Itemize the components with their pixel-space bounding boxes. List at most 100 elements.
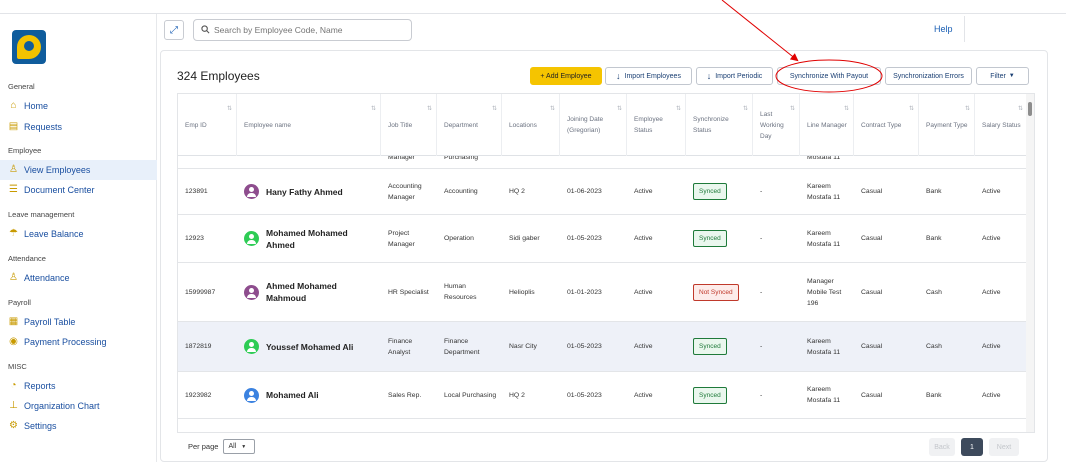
- pagination-back-label: Back: [934, 443, 950, 451]
- table-cell-job: Project Manager: [381, 215, 437, 262]
- table-cell-manager: Kareem Mostafa 11: [800, 322, 854, 371]
- employee-name-cell[interactable]: Mohamed Ali: [237, 372, 381, 418]
- sort-icon[interactable]: ⇅: [909, 104, 914, 115]
- table-cell-contract: Casual: [854, 215, 919, 262]
- sidebar-item-home[interactable]: ⌂ Home: [0, 96, 157, 116]
- avatar: [244, 231, 259, 246]
- cell-text: 1872819: [185, 343, 212, 350]
- synchronize-with-payout-button[interactable]: Synchronize With Payout: [777, 67, 881, 85]
- column-header-label: Salary Status: [982, 121, 1021, 129]
- column-header[interactable]: Line Manager ⇅: [800, 94, 854, 156]
- cell-text: Casual: [861, 188, 883, 195]
- pagination-page-1[interactable]: 1: [961, 438, 983, 456]
- table-cell: Purchasing: [444, 156, 479, 161]
- sidebar-item-view-employees[interactable]: ♙ View Employees: [0, 160, 157, 180]
- table-cell: Mostafa 11: [807, 156, 841, 161]
- column-header[interactable]: Job Title ⇅: [381, 94, 437, 156]
- table-row[interactable]: 15999987 Ahmed Mohamed Mahmoud HR Speciali…: [178, 263, 1028, 322]
- employee-count: 324 Employees: [177, 69, 260, 83]
- sort-icon[interactable]: ⇅: [790, 104, 795, 115]
- employees-table: Emp ID ⇅ Employee name ⇅ Job Title ⇅ Departmen…: [177, 93, 1035, 433]
- sidebar-item-leave-balance[interactable]: ☂ Leave Balance: [0, 224, 157, 244]
- sidebar-item-label: Requests: [24, 122, 63, 132]
- table-cell-status: Active: [627, 263, 686, 321]
- sort-icon[interactable]: ⇅: [617, 104, 622, 115]
- sort-icon[interactable]: ⇅: [743, 104, 748, 115]
- sidebar-item-payroll-table[interactable]: ▦ Payroll Table: [0, 312, 157, 332]
- sort-icon[interactable]: ⇅: [227, 104, 232, 115]
- sort-icon[interactable]: ⇅: [492, 104, 497, 115]
- employees-panel: 324 Employees + Add Employee ↓ Import Em…: [160, 50, 1048, 462]
- column-header[interactable]: Employee Status ⇅: [627, 94, 686, 156]
- import-employees-button[interactable]: ↓ Import Employees: [605, 67, 692, 85]
- column-header[interactable]: Joining Date (Gregorian) ⇅: [560, 94, 627, 156]
- column-header-label: Synchronize Status: [693, 116, 729, 134]
- cell-text: -: [760, 188, 763, 195]
- sort-icon[interactable]: ⇅: [1018, 104, 1023, 115]
- sidebar-item-reports[interactable]: ◔ Reports: [0, 376, 157, 396]
- employee-name-cell[interactable]: Hany Fathy Ahmed: [237, 169, 381, 214]
- table-row[interactable]: 12923 Mohamed Mohamed Ahmed Project Manage…: [178, 215, 1028, 263]
- pagination-back-button[interactable]: Back: [929, 438, 955, 456]
- sidebar-item-requests[interactable]: ▤ Requests: [0, 117, 157, 137]
- column-header[interactable]: Department ⇅: [437, 94, 502, 156]
- column-header[interactable]: Contract Type ⇅: [854, 94, 919, 156]
- table-scrollbar[interactable]: [1026, 94, 1034, 432]
- expand-sidebar-button[interactable]: ⤢: [164, 20, 184, 40]
- header-divider: [964, 16, 965, 42]
- column-header[interactable]: Emp ID ⇅: [178, 94, 237, 156]
- pagination-next-button[interactable]: Next: [989, 438, 1019, 456]
- cell-text: Active: [982, 391, 1001, 399]
- help-link[interactable]: Help: [934, 24, 953, 34]
- sidebar-item-label: Organization Chart: [24, 401, 100, 411]
- column-header[interactable]: Payment Type ⇅: [919, 94, 975, 156]
- pie-chart-icon: ◔: [10, 380, 17, 391]
- column-header[interactable]: Locations ⇅: [502, 94, 560, 156]
- sync-status-badge: Synced: [693, 183, 727, 200]
- table-cell-last-day: -: [753, 372, 800, 418]
- sort-icon[interactable]: ⇅: [371, 104, 376, 115]
- sidebar-item-settings[interactable]: ⚙ Settings: [0, 416, 157, 436]
- add-employee-button[interactable]: + Add Employee: [530, 67, 602, 85]
- table-row[interactable]: 1872819 Youssef Mohamed Ali Finance Analys…: [178, 322, 1028, 372]
- employee-name-cell[interactable]: Ahmed Mohamed Mahmoud: [237, 263, 381, 321]
- column-header-label: Job Title: [388, 121, 413, 129]
- sort-icon[interactable]: ⇅: [844, 104, 849, 115]
- sidebar-item-organization-chart[interactable]: ⊥ Organization Chart: [0, 396, 157, 416]
- per-page-select[interactable]: All ▼: [223, 439, 256, 454]
- sidebar-item-document-center[interactable]: ☰ Document Center: [0, 180, 157, 200]
- scrollbar-thumb[interactable]: [1028, 102, 1032, 116]
- sort-icon[interactable]: ⇅: [965, 104, 970, 115]
- sync-status-cell: Not Synced: [686, 263, 753, 321]
- cell-text: -: [760, 391, 763, 399]
- table-row[interactable]: 1923982 Mohamed Ali Sales Rep. Local Purcha…: [178, 372, 1028, 419]
- import-periodic-button[interactable]: ↓ Import Periodic: [696, 67, 773, 85]
- table-row[interactable]: 123891 Hany Fathy Ahmed Accounting Manager…: [178, 169, 1028, 215]
- cell-text: Kareem Mostafa 11: [807, 386, 841, 404]
- download-arrow-icon: ↓: [616, 71, 621, 81]
- search-input[interactable]: [214, 25, 394, 35]
- filter-button[interactable]: Filter ▼: [976, 67, 1029, 85]
- cell-text: Kareem Mostafa 11: [807, 229, 841, 248]
- synchronization-errors-button[interactable]: Synchronization Errors: [885, 67, 972, 85]
- cell-text: Active: [634, 343, 653, 350]
- cell-text: HQ 2: [509, 188, 525, 195]
- sort-icon[interactable]: ⇅: [676, 104, 681, 115]
- sync-status-cell: Synced: [686, 372, 753, 418]
- sidebar-item-attendance[interactable]: ♙ Attendance: [0, 268, 157, 288]
- cell-text: Bank: [926, 391, 942, 399]
- sidebar-item-payment-processing[interactable]: ◉ Payment Processing: [0, 332, 157, 352]
- employee-name-cell[interactable]: Youssef Mohamed Ali: [237, 322, 381, 371]
- column-header[interactable]: Employee name ⇅: [237, 94, 381, 156]
- sort-icon[interactable]: ⇅: [427, 104, 432, 115]
- column-header-label: Joining Date (Gregorian): [567, 116, 604, 134]
- column-header[interactable]: Last Working Day ⇅: [753, 94, 800, 156]
- employee-name-cell[interactable]: Mohamed Mohamed Ahmed: [237, 215, 381, 262]
- sort-icon[interactable]: ⇅: [550, 104, 555, 115]
- column-header[interactable]: Salary Status ⇅: [975, 94, 1028, 156]
- column-header[interactable]: Synchronize Status ⇅: [686, 94, 753, 156]
- caret-down-icon: ▼: [241, 443, 247, 450]
- sidebar-section-title: Payroll: [8, 298, 31, 307]
- sync-status-badge: Synced: [693, 386, 727, 404]
- search-box[interactable]: [193, 19, 412, 41]
